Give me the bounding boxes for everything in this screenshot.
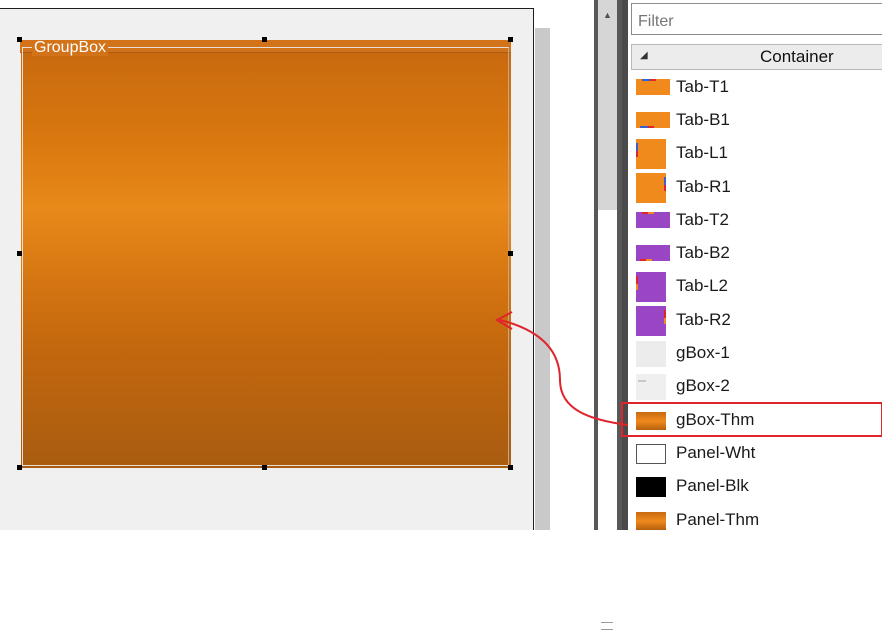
toolbox-item-tab-t2[interactable]: Tab-T2 [631,203,882,236]
item-label: Panel-Thm [676,509,760,529]
resize-handle-bottom[interactable] [262,465,267,470]
item-label: Tab-T2 [676,209,729,229]
toolbox-item-panel-thm[interactable]: Panel-Thm [631,503,882,536]
resize-handle-top-right[interactable] [508,37,513,42]
tab-top-purple-icon [636,206,670,234]
scroll-up-arrow-icon[interactable]: ▲ [603,10,612,20]
toolbox-vertical-scrollbar[interactable]: ▲ [594,0,622,630]
panel-white-icon [636,439,670,467]
item-label: Tab-R1 [676,176,731,196]
toolbox-item-tab-b2[interactable]: Tab-B2 [631,236,882,269]
item-label: Panel-Wht [676,442,756,462]
toolbox-item-tab-l1[interactable]: Tab-L1 [631,137,882,170]
item-label: gBox-2 [676,376,730,396]
collapse-triangle-icon[interactable]: ◢ [640,50,648,61]
resize-handle-top-left[interactable] [17,37,22,42]
tab-right-purple-icon [636,305,670,336]
toolbox-panel: ◢ Container Tab-T1 Tab-B1 [621,0,882,530]
tab-bottom-orange-icon [636,106,670,134]
item-label: gBox-Thm [676,409,755,429]
toolbox-item-tab-r1[interactable]: Tab-R1 [631,170,882,203]
design-canvas[interactable]: GroupBox [0,0,594,530]
toolbox-item-list: Tab-T1 Tab-B1 Tab-L1 Tab-R1 Tab-T2 Tab-B… [621,70,882,536]
toolbox-border [622,0,628,530]
item-label: Tab-T1 [676,76,729,96]
panel-theme-icon [636,506,670,534]
toolbox-item-gbox-thm[interactable]: gBox-Thm [621,401,882,438]
scrollbar-grip-icon [601,622,613,630]
tab-top-orange-icon [636,73,670,101]
item-label: Tab-B1 [676,109,730,129]
item-label: Tab-R2 [676,309,731,329]
tab-left-purple-icon [636,272,670,303]
item-label: Tab-L2 [676,276,728,296]
toolbox-item-tab-b1[interactable]: Tab-B1 [631,103,882,136]
scrollbar-thumb[interactable] [598,210,617,630]
category-label: Container [760,47,834,66]
category-header-container[interactable]: ◢ Container [631,44,882,70]
resize-handle-top[interactable] [262,37,267,42]
toolbox-item-panel-wht[interactable]: Panel-Wht [631,436,882,469]
resize-handle-left[interactable] [17,251,22,256]
toolbox-item-gbox-1[interactable]: gBox-1 [631,336,882,369]
tab-left-orange-icon [636,139,670,170]
groupbox-caption: GroupBox [32,39,109,56]
tab-bottom-purple-icon [636,239,670,267]
toolbox-item-tab-t1[interactable]: Tab-T1 [631,70,882,103]
tab-right-orange-icon [636,172,670,203]
toolbox-item-gbox-2[interactable]: gBox-2 [631,370,882,403]
resize-handle-bottom-left[interactable] [17,465,22,470]
item-label: Panel-Blk [676,476,749,496]
item-label: Tab-B2 [676,243,730,263]
groupbox-control[interactable]: GroupBox [20,40,511,468]
resize-handle-bottom-right[interactable] [508,465,513,470]
item-label: Tab-L1 [676,143,728,163]
groupbox-theme-icon [636,406,670,434]
scrollbar-track[interactable]: ▲ [598,0,617,630]
groupbox-light-icon [636,339,670,368]
toolbox-item-panel-blk[interactable]: Panel-Blk [631,470,882,503]
filter-input[interactable] [631,3,882,35]
toolbox-item-tab-r2[interactable]: Tab-R2 [631,303,882,336]
item-label: gBox-1 [676,343,730,363]
resize-handle-right[interactable] [508,251,513,256]
groupbox-light-header-icon [636,372,670,401]
toolbox-item-tab-l2[interactable]: Tab-L2 [631,270,882,303]
groupbox-gradient-fill [21,48,511,468]
panel-black-icon [636,472,670,500]
form-shadow [535,28,550,530]
